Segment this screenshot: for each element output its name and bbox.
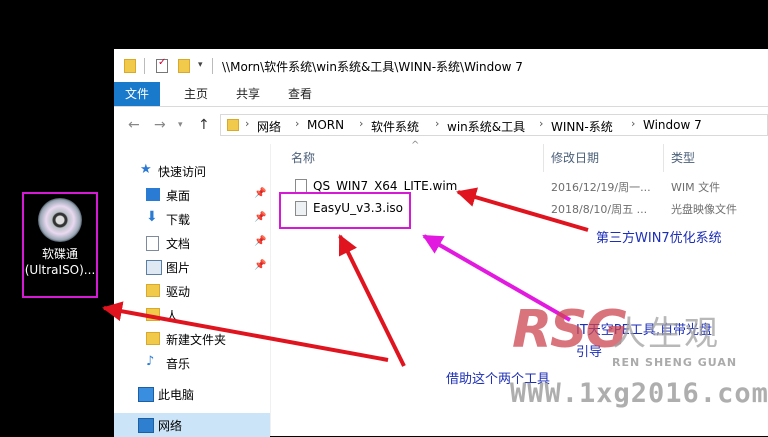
folder-icon	[124, 59, 136, 73]
iso-highlight-box	[279, 192, 411, 229]
nav-item-pictures[interactable]: 图片 📌	[114, 255, 270, 279]
download-icon: ⬇	[146, 209, 158, 225]
nav-network[interactable]: 网络	[114, 413, 270, 437]
column-divider[interactable]	[543, 144, 544, 172]
nav-item-documents[interactable]: 文档 📌	[114, 231, 270, 255]
chevron-right-icon[interactable]: ›	[435, 117, 439, 130]
pin-icon[interactable]: 📌	[254, 236, 266, 247]
up-icon[interactable]: ↑	[198, 117, 210, 133]
star-icon: ★	[140, 162, 152, 177]
annotation-wim: 第三方WIN7优化系统	[596, 231, 722, 246]
navigation-pane: ★ 快速访问 桌面 📌 ⬇ 下载 📌 文档 📌 图片 📌 驱动 人 新建文件夹 …	[114, 144, 271, 437]
tab-home[interactable]: 主页	[174, 82, 218, 106]
nav-item-music[interactable]: ♪ 音乐	[114, 351, 270, 375]
breadcrumb-win-tools[interactable]: win系统&工具	[447, 118, 525, 135]
folder-icon	[146, 332, 160, 345]
nav-item-new-folder[interactable]: 新建文件夹	[114, 327, 270, 351]
chevron-right-icon[interactable]: ›	[295, 117, 299, 130]
nav-item-downloads[interactable]: ⬇ 下载 📌	[114, 207, 270, 231]
tab-view[interactable]: 查看	[278, 82, 322, 106]
pin-icon[interactable]: 📌	[254, 188, 266, 199]
disc-icon	[38, 198, 82, 242]
chevron-right-icon[interactable]: ›	[245, 117, 249, 130]
nav-item-ren[interactable]: 人	[114, 303, 270, 327]
nav-quick-access[interactable]: ★ 快速访问	[114, 159, 270, 183]
breadcrumb-winn[interactable]: WINN-系统	[551, 118, 613, 135]
breadcrumb-morn[interactable]: MORN	[307, 118, 344, 132]
forward-icon[interactable]: →	[154, 117, 166, 133]
back-icon[interactable]: ←	[128, 117, 140, 133]
tab-share[interactable]: 共享	[226, 82, 270, 106]
ribbon-tabs: 文件 主页 共享 查看	[114, 82, 768, 107]
computer-icon	[138, 387, 154, 402]
customize-toolbar-icon[interactable]: ▾	[198, 60, 203, 70]
new-folder-icon[interactable]	[178, 59, 190, 73]
column-header-type[interactable]: 类型	[671, 146, 695, 170]
watermark-en: REN SHENG GUAN	[612, 356, 738, 369]
recent-locations-icon[interactable]: ▾	[178, 120, 183, 130]
column-divider[interactable]	[663, 144, 664, 172]
network-icon	[138, 418, 154, 433]
watermark-url: WWW.1xg2016.com	[510, 378, 768, 409]
watermark-cn: 人生观	[612, 314, 720, 354]
column-header-name[interactable]: 名称	[291, 146, 315, 170]
chevron-right-icon[interactable]: ›	[631, 117, 635, 130]
properties-icon[interactable]	[156, 57, 168, 73]
nav-item-drivers[interactable]: 驱动	[114, 279, 270, 303]
breadcrumb-window7[interactable]: Window 7	[643, 118, 702, 132]
desktop-shortcut-ultraiso[interactable]: 软碟通 (UltraISO)...	[22, 192, 98, 298]
nav-item-desktop[interactable]: 桌面 📌	[114, 183, 270, 207]
folder-icon	[146, 284, 160, 297]
watermark-logo: RSG	[512, 300, 628, 360]
desktop-shortcut-label: 软碟通 (UltraISO)...	[24, 247, 96, 277]
nav-this-pc[interactable]: 此电脑	[114, 382, 270, 406]
divider	[144, 58, 145, 74]
window-title: \\Morn\软件系统\win系统&工具\WINN-系统\Window 7	[222, 60, 523, 74]
divider	[212, 58, 213, 74]
folder-icon	[146, 308, 160, 321]
tab-file[interactable]: 文件	[114, 82, 160, 106]
chevron-right-icon[interactable]: ›	[359, 117, 363, 130]
breadcrumb-software[interactable]: 软件系统	[371, 118, 419, 135]
breadcrumb-network[interactable]: 网络	[257, 118, 281, 135]
pictures-icon	[146, 260, 162, 275]
music-icon: ♪	[146, 354, 155, 369]
address-bar[interactable]: › 网络 › MORN › 软件系统 › win系统&工具 › WINN-系统 …	[220, 114, 768, 136]
folder-icon	[227, 119, 239, 131]
chevron-right-icon[interactable]: ›	[539, 117, 543, 130]
desktop-icon	[146, 188, 160, 201]
title-bar: ▾ \\Morn\软件系统\win系统&工具\WINN-系统\Window 7	[114, 49, 768, 83]
column-header-date[interactable]: 修改日期	[551, 146, 599, 170]
pin-icon[interactable]: 📌	[254, 212, 266, 223]
pin-icon[interactable]: 📌	[254, 260, 266, 271]
documents-icon	[146, 236, 159, 251]
sort-ascending-icon: ^	[411, 140, 420, 151]
address-row: ← → ▾ ↑ › 网络 › MORN › 软件系统 › win系统&工具 › …	[114, 106, 768, 144]
